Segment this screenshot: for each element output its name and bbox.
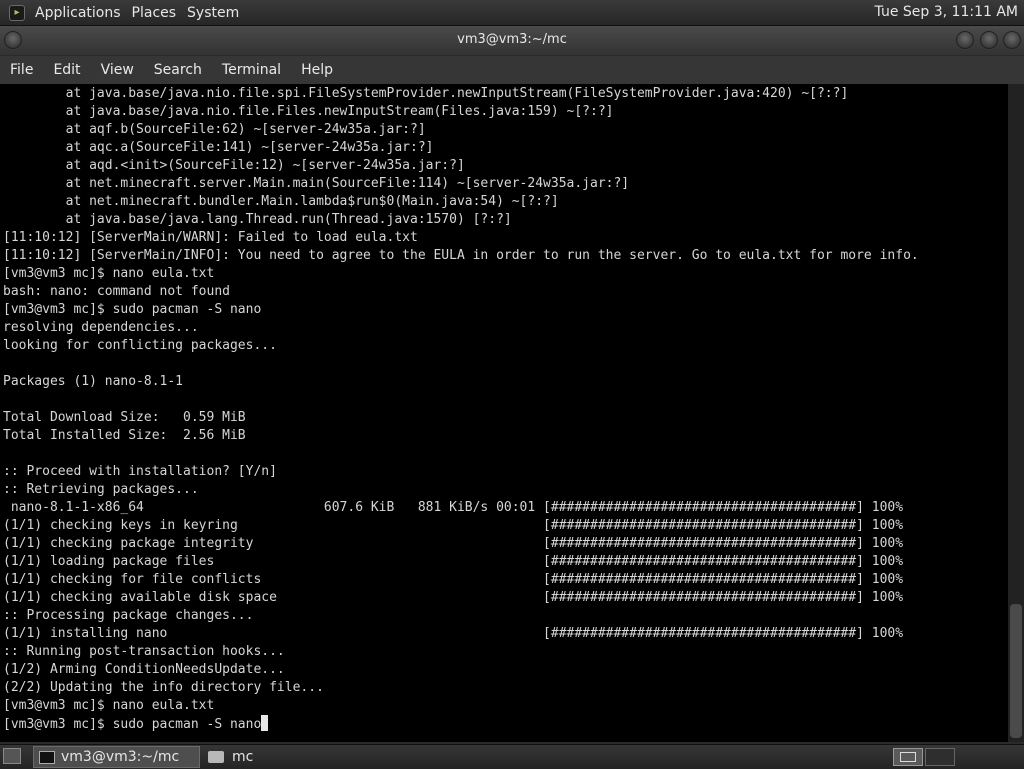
- menu-edit[interactable]: Edit: [43, 62, 90, 78]
- system-menu[interactable]: System: [183, 5, 246, 21]
- terminal-icon: [39, 750, 55, 764]
- menu-help[interactable]: Help: [291, 62, 343, 78]
- terminal-line: :: Running post-transaction hooks...: [3, 644, 285, 659]
- applications-menu[interactable]: Applications: [31, 5, 128, 21]
- terminal-line: [11:10:12] [ServerMain/WARN]: Failed to …: [3, 230, 418, 245]
- taskbar-item-label: vm3@vm3:~/mc: [61, 749, 180, 765]
- terminal-line: Packages (1) nano-8.1-1: [3, 374, 184, 389]
- window-titlebar[interactable]: vm3@vm3:~/mc: [0, 26, 1024, 55]
- menu-file[interactable]: File: [0, 62, 43, 78]
- menu-view[interactable]: View: [91, 62, 144, 78]
- terminal-line: [vm3@vm3 mc]$ nano eula.txt: [3, 266, 215, 281]
- terminal-line: (1/1) checking for file conflicts [#####…: [3, 572, 904, 587]
- workspace-1[interactable]: [893, 748, 923, 766]
- terminal-line: (1/1) checking package integrity [######…: [3, 536, 904, 551]
- terminal-line: :: Processing package changes...: [3, 608, 254, 623]
- terminal-line: at java.base/java.nio.file.spi.FileSyste…: [3, 86, 849, 101]
- terminal-line: [vm3@vm3 mc]$ sudo pacman -S nano: [3, 715, 919, 733]
- bottom-panel: vm3@vm3:~/mc mc: [0, 744, 1024, 769]
- terminal-line: (1/1) checking keys in keyring [########…: [3, 518, 904, 533]
- terminal-line: at aqc.a(SourceFile:141) ~[server-24w35a…: [3, 140, 434, 155]
- menu-search[interactable]: Search: [144, 62, 212, 78]
- terminal-line: nano-8.1-1-x86_64 607.6 KiB 881 KiB/s 00…: [3, 500, 904, 515]
- terminal-line: at java.base/java.lang.Thread.run(Thread…: [3, 212, 512, 227]
- terminal-line: bash: nano: command not found: [3, 284, 230, 299]
- menu-terminal[interactable]: Terminal: [212, 62, 291, 78]
- close-button[interactable]: [1003, 31, 1021, 49]
- terminal-menubar: File Edit View Search Terminal Help: [0, 56, 1024, 84]
- minimize-button[interactable]: [956, 31, 974, 49]
- terminal-line: :: Retrieving packages...: [3, 482, 199, 497]
- terminal-line: [vm3@vm3 mc]$ sudo pacman -S nano: [3, 302, 262, 317]
- taskbar-item-mc[interactable]: mc: [205, 746, 385, 768]
- top-panel: ▸ Applications Places System Tue Sep 3, …: [0, 0, 1024, 26]
- terminal-line: Total Download Size: 0.59 MiB: [3, 410, 246, 425]
- panel-clock[interactable]: Tue Sep 3, 11:11 AM: [875, 4, 1018, 20]
- maximize-button[interactable]: [980, 31, 998, 49]
- terminal-line: looking for conflicting packages...: [3, 338, 277, 353]
- places-menu[interactable]: Places: [128, 5, 184, 21]
- terminal-line: (1/1) checking available disk space [###…: [3, 590, 904, 605]
- window-title: vm3@vm3:~/mc: [457, 32, 567, 47]
- taskbar-item-label: mc: [232, 749, 254, 765]
- terminal-lines: at java.base/java.nio.file.spi.FileSyste…: [3, 85, 919, 733]
- terminal-scrollbar[interactable]: [1008, 84, 1024, 742]
- taskbar-item-terminal[interactable]: vm3@vm3:~/mc: [33, 746, 200, 768]
- terminal-line: (1/1) installing nano [#################…: [3, 626, 904, 641]
- terminal-line: at aqf.b(SourceFile:62) ~[server-24w35a.…: [3, 122, 426, 137]
- terminal-cursor: [261, 715, 269, 731]
- terminal-line: at java.base/java.nio.file.Files.newInpu…: [3, 104, 614, 119]
- terminal-line: at net.minecraft.server.Main.main(Source…: [3, 176, 630, 191]
- terminal-line: resolving dependencies...: [3, 320, 199, 335]
- terminal-line: [vm3@vm3 mc]$ nano eula.txt: [3, 698, 215, 713]
- terminal-line: [11:10:12] [ServerMain/INFO]: You need t…: [3, 248, 919, 263]
- folder-icon: [208, 751, 224, 763]
- show-desktop-icon[interactable]: [3, 748, 21, 764]
- terminal-line: at aqd.<init>(SourceFile:12) ~[server-24…: [3, 158, 465, 173]
- terminal-line: :: Proceed with installation? [Y/n]: [3, 464, 277, 479]
- terminal-line: at net.minecraft.bundler.Main.lambda$run…: [3, 194, 559, 209]
- terminal-line: (1/1) loading package files [###########…: [3, 554, 904, 569]
- terminal-line: Total Installed Size: 2.56 MiB: [3, 428, 246, 443]
- terminal-line: (1/2) Arming ConditionNeedsUpdate...: [3, 662, 285, 677]
- applications-icon[interactable]: ▸: [9, 4, 25, 21]
- scrollbar-thumb[interactable]: [1010, 604, 1022, 738]
- workspace-2[interactable]: [925, 748, 955, 766]
- terminal-line: (2/2) Updating the info directory file..…: [3, 680, 324, 695]
- terminal-output[interactable]: at java.base/java.nio.file.spi.FileSyste…: [0, 84, 1008, 742]
